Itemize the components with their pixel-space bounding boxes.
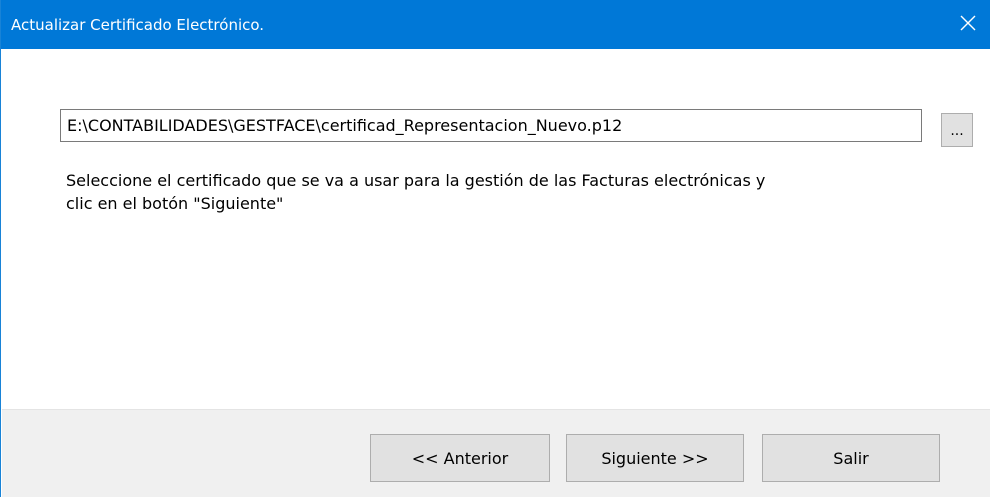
previous-button[interactable]: << Anterior <box>370 434 550 482</box>
dialog-window: Actualizar Certificado Electrónico. ... … <box>0 0 990 497</box>
window-title: Actualizar Certificado Electrónico. <box>11 16 265 34</box>
close-icon <box>959 14 977 36</box>
instruction-line-1: Seleccione el certificado que se va a us… <box>66 171 766 190</box>
button-bar: << Anterior Siguiente >> Salir <box>2 409 990 497</box>
browse-button[interactable]: ... <box>941 113 973 147</box>
instruction-line-2: clic en el botón "Siguiente" <box>66 194 284 213</box>
next-button[interactable]: Siguiente >> <box>566 434 744 482</box>
exit-button[interactable]: Salir <box>762 434 940 482</box>
instructions-text: Seleccione el certificado que se va a us… <box>66 169 926 215</box>
dialog-content: ... Seleccione el certificado que se va … <box>2 49 990 409</box>
title-bar[interactable]: Actualizar Certificado Electrónico. <box>1 0 990 49</box>
close-button[interactable] <box>945 0 990 49</box>
certificate-path-input[interactable] <box>60 109 922 142</box>
